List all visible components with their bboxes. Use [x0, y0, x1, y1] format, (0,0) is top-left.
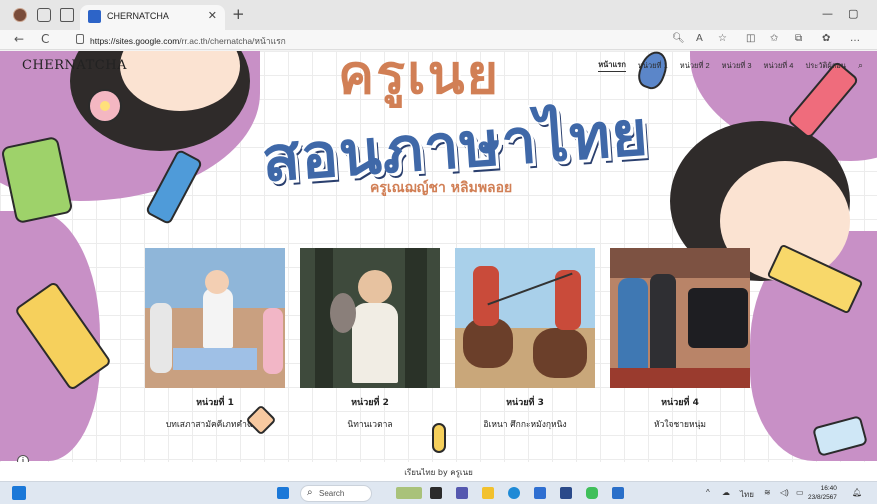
read-aloud-icon[interactable]: A [696, 33, 703, 44]
paperclip-icon [432, 423, 446, 453]
store-icon[interactable] [534, 487, 546, 499]
restore-button[interactable]: ▢ [848, 7, 858, 20]
browser-tab-bar: CHERNATCHA ✕ + — ▢ [0, 0, 877, 30]
tray-chevron-icon[interactable]: ^ [706, 488, 710, 497]
unit-4-label[interactable]: หน่วยที่ 4 [610, 395, 750, 409]
start-icon[interactable] [277, 487, 289, 499]
windows-widgets-icon[interactable] [12, 486, 26, 500]
unit-3-title[interactable]: อิเหนา ศึกกะหมังกุหนิง [445, 417, 605, 431]
edge-icon[interactable] [508, 487, 520, 499]
search-icon: ⌕ [307, 487, 313, 498]
site-page: CHERNATCHA หน้าแรก หน่วยที่ 1 หน่วยที่ 2… [0, 51, 877, 481]
unit-4-image[interactable] [610, 248, 750, 388]
footer-text: เรียนไทย by ครูเนย [404, 468, 473, 477]
url-text[interactable]: https://sites.google.com/rr.ac.th/cherna… [90, 34, 286, 48]
nav-unit-2[interactable]: หน่วยที่ 2 [680, 60, 710, 72]
clock-time: 16:40 [820, 485, 837, 492]
banner-subtitle: ครูเณฌญ์ชา หลิมพลอย [370, 180, 513, 196]
language-indicator[interactable]: ไทย [740, 488, 754, 501]
site-nav: หน้าแรก หน่วยที่ 1 หน่วยที่ 2 หน่วยที่ 3… [598, 59, 863, 72]
line-icon[interactable] [586, 487, 598, 499]
reload-button[interactable]: C [41, 32, 49, 46]
nav-unit-3[interactable]: หน่วยที่ 3 [722, 60, 752, 72]
wifi-icon[interactable]: ≋ [764, 488, 771, 497]
clock-date: 23/8/2567 [808, 494, 837, 501]
more-icon[interactable]: … [850, 33, 860, 44]
word-icon[interactable] [612, 487, 624, 499]
taskbar-search-placeholder: Search [319, 489, 345, 498]
split-screen-icon[interactable]: ◫ [746, 33, 755, 44]
lock-icon [76, 34, 84, 44]
unit-4-title[interactable]: หัวใจชายหนุ่ม [600, 417, 760, 431]
notification-icon[interactable]: 🔔︎ [852, 488, 862, 497]
nav-unit-4[interactable]: หน่วยที่ 4 [764, 60, 794, 72]
task-view-icon[interactable] [430, 487, 442, 499]
unit-2-image[interactable] [300, 248, 440, 388]
favorites-icon[interactable]: ✩ [770, 33, 778, 44]
teams-icon[interactable] [456, 487, 468, 499]
new-tab-button[interactable]: + [232, 5, 245, 23]
url-field[interactable]: https://sites.google.com/rr.ac.th/cherna… [76, 32, 666, 48]
news-widget-icon[interactable] [396, 487, 422, 499]
site-footer: เรียนไทย by ครูเนย [0, 462, 877, 481]
volume-icon[interactable]: ◁) [780, 488, 789, 497]
unit-2-title[interactable]: นิทานเวตาล [290, 417, 450, 431]
minimize-button[interactable]: — [822, 7, 833, 20]
address-bar-row: ← C https://sites.google.com/rr.ac.th/ch… [0, 30, 877, 50]
unit-1-image[interactable] [145, 248, 285, 388]
taskbar-clock[interactable]: 16:40 23/8/2567 [808, 484, 837, 502]
unit-3-label[interactable]: หน่วยที่ 3 [455, 395, 595, 409]
zoom-icon[interactable]: 🔍︎ [672, 33, 685, 44]
taskbar-search[interactable]: ⌕ Search [300, 485, 372, 502]
favorite-icon[interactable]: ☆ [718, 33, 727, 44]
flower-icon [88, 89, 122, 123]
file-explorer-icon[interactable] [482, 487, 494, 499]
google-sites-favicon-icon [88, 10, 101, 23]
nav-unit-1[interactable]: หน่วยที่ 1 [638, 60, 668, 72]
workspaces-icon[interactable] [37, 8, 51, 22]
profile-avatar-icon[interactable] [13, 8, 27, 22]
unit-3-image[interactable] [455, 248, 595, 388]
tray-cloud-icon[interactable]: ☁ [722, 488, 730, 497]
site-title[interactable]: CHERNATCHA [22, 58, 127, 73]
unit-2-label[interactable]: หน่วยที่ 2 [300, 395, 440, 409]
extensions-icon[interactable]: ✿ [822, 33, 830, 44]
tab-title: CHERNATCHA [107, 11, 169, 21]
nav-teacher-profile[interactable]: ประวัติผู้สอน [805, 60, 846, 72]
site-search-icon[interactable]: ⌕ [858, 61, 863, 71]
app-icon[interactable] [560, 487, 572, 499]
nav-home[interactable]: หน้าแรก [598, 59, 626, 72]
close-tab-icon[interactable]: ✕ [208, 9, 217, 22]
browser-tab[interactable]: CHERNATCHA ✕ [80, 5, 225, 30]
windows-taskbar: ⌕ Search ^ ☁ ไทย ≋ ◁) ▭ 16:40 23/8/2567 … [0, 481, 877, 504]
collections-icon[interactable]: ⧉ [795, 33, 802, 44]
battery-icon[interactable]: ▭ [796, 488, 804, 497]
back-button[interactable]: ← [14, 32, 24, 46]
tab-actions-icon[interactable] [60, 8, 74, 22]
